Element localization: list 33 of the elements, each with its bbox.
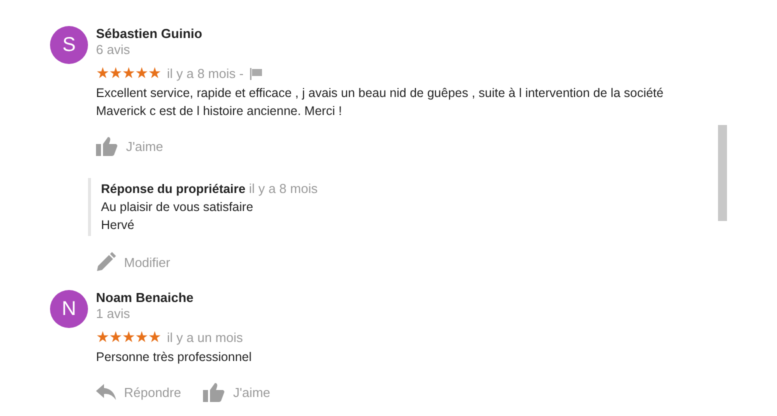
thumbs-up-icon <box>203 382 226 402</box>
star-icon: ★ <box>135 330 148 346</box>
like-button[interactable]: J'aime <box>96 136 164 156</box>
review-count: 1 avis <box>96 306 131 322</box>
review-text: Personne très professionnel <box>96 349 253 366</box>
reviewer-name[interactable]: Noam Benaiche <box>96 290 696 306</box>
star-icon: ★ <box>148 330 161 346</box>
review-count: 6 avis <box>96 42 131 58</box>
star-icon: ★ <box>109 330 122 346</box>
star-icon: ★ <box>122 66 135 82</box>
like-button[interactable]: J'aime <box>203 382 270 402</box>
owner-reply-heading: Réponse du propriétaire il y a 8 mois <box>101 180 319 198</box>
reviewer-name[interactable]: Sébastien Guinio <box>96 26 696 42</box>
owner-reply-text: Hervé <box>101 217 136 234</box>
thumbs-up-icon <box>96 136 118 156</box>
review-date: il y a un mois <box>167 330 243 346</box>
pencil-icon <box>96 252 116 272</box>
review-date: il y a 8 mois - <box>167 66 244 82</box>
flag-icon[interactable] <box>250 68 262 80</box>
star-icon: ★ <box>96 330 109 346</box>
review-text: Excellent service, rapide et efficace , j avais un beau nid de guêpes , suite à l intervention de la société Maverick c est de l histoire ancienne. Merci ! <box>96 85 664 120</box>
star-icon: ★ <box>135 66 148 82</box>
star-icon: ★ <box>122 330 135 346</box>
star-icon: ★ <box>109 66 122 82</box>
reply-button[interactable]: Répondre <box>96 382 182 402</box>
avatar: S <box>50 26 88 64</box>
reply-arrow-icon <box>96 384 116 400</box>
owner-reply-text: Au plaisir de vous satisfaire <box>101 199 254 216</box>
scrollbar[interactable] <box>718 125 727 221</box>
star-icon: ★ <box>148 66 161 82</box>
edit-button[interactable]: Modifier <box>96 252 170 272</box>
star-icon: ★ <box>96 66 109 82</box>
avatar: N <box>50 290 88 328</box>
